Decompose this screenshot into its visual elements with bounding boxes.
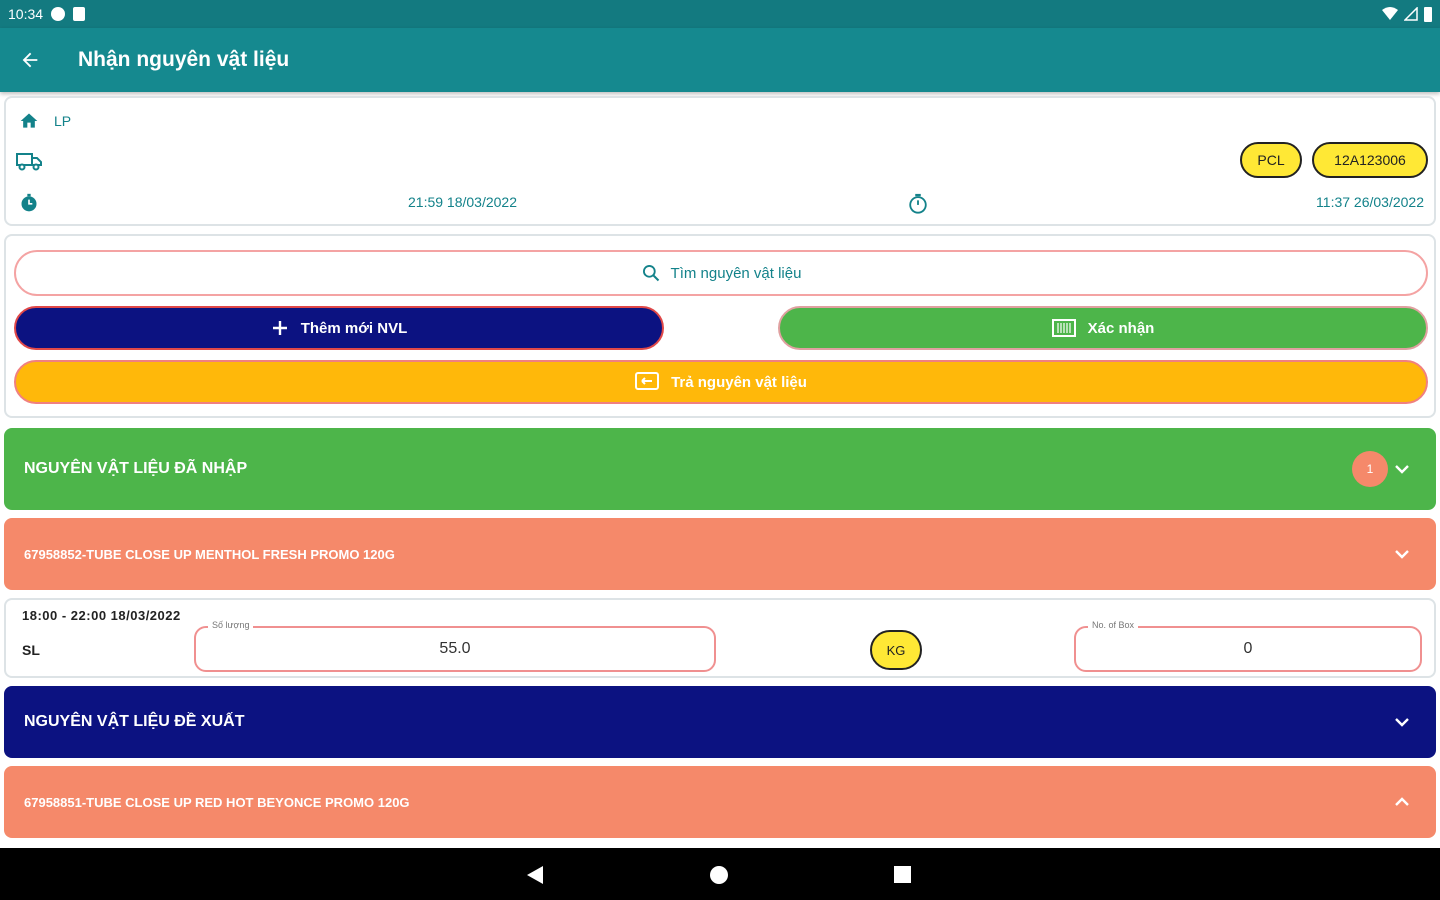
battery-icon — [1424, 6, 1432, 22]
status-time: 10:34 — [8, 6, 44, 22]
app-bar: Nhận nguyên vật liệu — [0, 28, 1440, 92]
arrow-back-icon — [22, 52, 38, 68]
search-material-button[interactable]: Tìm nguyên vật liệu — [14, 250, 1428, 296]
quantity-value: 55.0 — [439, 640, 471, 657]
delivery-detail-card: 18:00 - 22:00 18/03/2022 SL Số lượng 55.… — [4, 598, 1436, 678]
suggested-materials-title: NGUYÊN VẬT LIỆU ĐỀ XUẤT — [24, 713, 245, 730]
material-item-header[interactable]: 67958851-TUBE CLOSE UP RED HOT BEYONCE P… — [4, 766, 1436, 838]
material-item-header[interactable]: 67958852-TUBE CLOSE UP MENTHOL FRESH PRO… — [4, 518, 1436, 590]
home-icon — [18, 110, 40, 132]
vehicle-plate-chip: 12A123006 — [1312, 142, 1428, 178]
page-title: Nhận nguyên vật liệu — [78, 48, 290, 71]
box-count-field-label: No. of Box — [1088, 620, 1139, 630]
material-item-title: 67958852-TUBE CLOSE UP MENTHOL FRESH PRO… — [24, 546, 395, 562]
data-saver-icon — [51, 7, 66, 21]
nav-recents-icon[interactable] — [894, 866, 911, 883]
box-count-field[interactable]: No. of Box 0 — [1074, 620, 1422, 672]
wifi-icon — [1382, 7, 1398, 20]
add-material-label: Thêm mới NVL — [300, 319, 408, 337]
system-nav-bar — [0, 848, 1440, 900]
nav-home-icon[interactable] — [710, 866, 728, 884]
plus-icon — [272, 321, 287, 335]
end-time: 11:37 26/03/2022 — [1316, 194, 1424, 210]
delivery-time-range: 18:00 - 22:00 18/03/2022 — [22, 608, 181, 623]
start-time: 21:59 18/03/2022 — [408, 194, 517, 210]
quantity-field-label: Số lượng — [208, 620, 254, 630]
unit-chip: KG — [870, 630, 922, 670]
chevron-up-icon — [1394, 794, 1410, 810]
signal-icon — [1404, 7, 1418, 21]
location-label: LP — [54, 113, 72, 129]
add-material-button[interactable]: Thêm mới NVL — [14, 306, 664, 350]
scan-icon — [1051, 319, 1076, 337]
search-label: Tìm nguyên vật liệu — [670, 264, 802, 282]
info-card: LP PCL 12A123006 21:59 18/03/2022 11:37 … — [4, 96, 1436, 226]
chevron-down-icon — [1394, 461, 1410, 477]
material-item-title: 67958851-TUBE CLOSE UP RED HOT BEYONCE P… — [24, 794, 410, 810]
sd-card-icon — [73, 7, 86, 21]
back-button[interactable] — [0, 28, 60, 92]
suggested-materials-header[interactable]: NGUYÊN VẬT LIỆU ĐỀ XUẤT — [4, 686, 1436, 758]
nav-back-icon[interactable] — [527, 866, 543, 884]
received-materials-header[interactable]: NGUYÊN VẬT LIỆU ĐÃ NHẬP 1 — [4, 428, 1436, 510]
confirm-label: Xác nhận — [1087, 319, 1155, 337]
search-icon — [642, 265, 659, 282]
truck-icon — [16, 150, 42, 172]
timer-icon — [906, 192, 930, 216]
actions-card: Tìm nguyên vật liệu Thêm mới NVL Xác nhậ… — [4, 234, 1436, 418]
chevron-down-icon — [1394, 714, 1410, 730]
return-material-label: Trả nguyên vật liệu — [671, 373, 807, 391]
quantity-field[interactable]: Số lượng 55.0 — [194, 620, 716, 672]
received-materials-title: NGUYÊN VẬT LIỆU ĐÃ NHẬP — [24, 460, 248, 477]
confirm-button[interactable]: Xác nhận — [778, 306, 1428, 350]
vehicle-type-chip: PCL — [1240, 142, 1302, 178]
return-material-button[interactable]: Trả nguyên vật liệu — [14, 360, 1428, 404]
return-icon — [635, 372, 660, 390]
status-bar: 10:34 — [0, 0, 1440, 28]
received-count-badge: 1 — [1352, 451, 1388, 487]
clock-icon — [18, 192, 40, 214]
chevron-down-icon — [1394, 546, 1410, 562]
sl-label: SL — [22, 642, 40, 658]
box-count-value: 0 — [1243, 640, 1253, 657]
